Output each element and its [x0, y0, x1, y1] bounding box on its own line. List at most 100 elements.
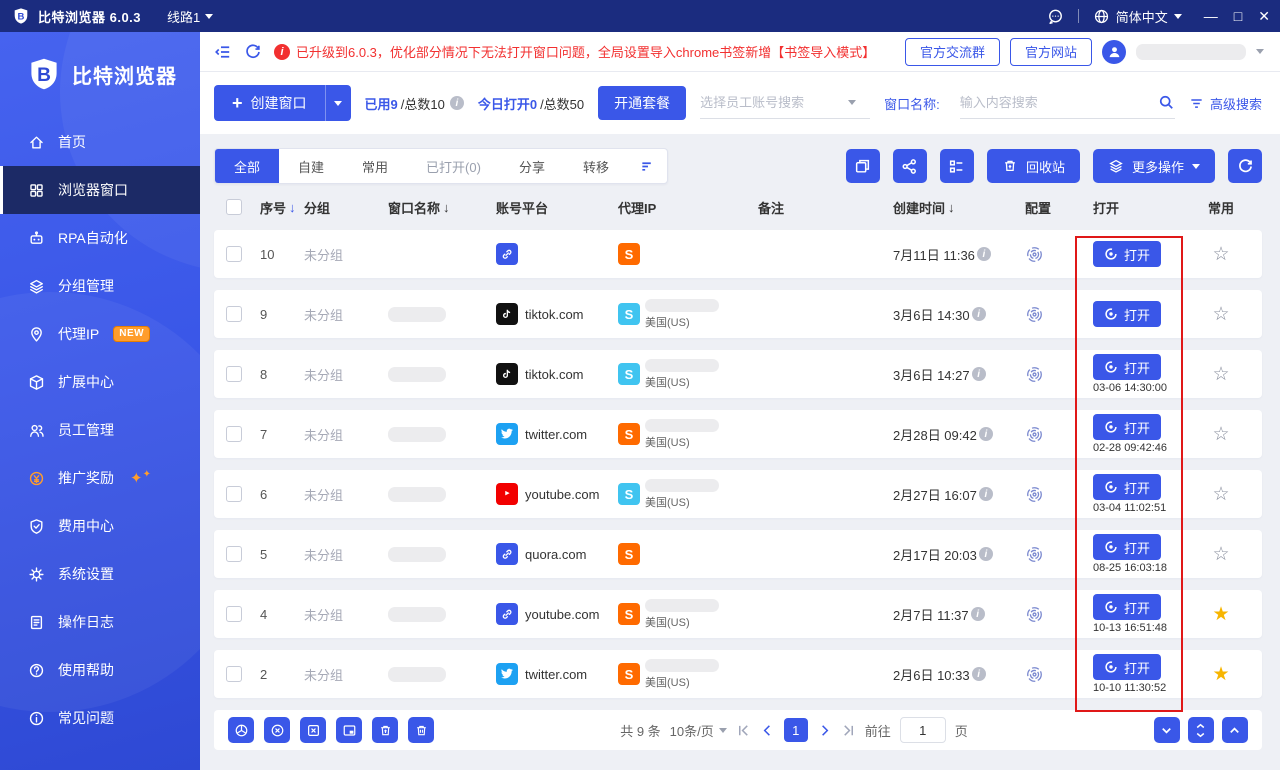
grid-icon	[28, 182, 45, 199]
tab-shared[interactable]: 分享	[500, 149, 564, 183]
collapse-menu-icon[interactable]	[214, 43, 232, 61]
goto-page-input[interactable]	[899, 717, 946, 743]
fingerprint-config-icon[interactable]	[1025, 485, 1044, 504]
first-page-icon[interactable]	[736, 723, 751, 738]
favorite-star-icon[interactable]: ☆	[1212, 365, 1229, 384]
arrange-windows-button[interactable]	[336, 717, 362, 743]
scroll-up-button[interactable]	[1221, 717, 1248, 743]
sidebar-item-robot[interactable]: RPA自动化	[0, 214, 200, 262]
sidebar-item-info[interactable]: 常见问题	[0, 694, 200, 742]
fingerprint-config-icon[interactable]	[1025, 605, 1044, 624]
open-plan-button[interactable]: 开通套餐	[598, 86, 687, 120]
collapse-panel-button[interactable]	[1187, 717, 1214, 743]
close-all-windows-button[interactable]	[264, 717, 290, 743]
tab-transferred[interactable]: 转移	[564, 149, 628, 183]
row-checkbox[interactable]	[226, 426, 242, 442]
fingerprint-config-icon[interactable]	[1025, 245, 1044, 264]
fingerprint-config-icon[interactable]	[1025, 365, 1044, 384]
open-window-button[interactable]: 打开	[1093, 301, 1162, 327]
list-view-button[interactable]	[939, 149, 974, 183]
minimize-button[interactable]: —	[1204, 8, 1218, 24]
row-checkbox[interactable]	[226, 666, 242, 682]
delete-button[interactable]	[408, 717, 434, 743]
restore-trash-button[interactable]	[372, 717, 398, 743]
favorite-star-icon[interactable]: ☆	[1212, 245, 1229, 264]
fingerprint-config-icon[interactable]	[1025, 665, 1044, 684]
open-window-button[interactable]: 打开	[1093, 241, 1162, 267]
create-window-dropdown[interactable]	[324, 85, 351, 121]
avatar[interactable]	[1102, 39, 1126, 64]
advanced-search-button[interactable]: 高级搜索	[1189, 94, 1262, 113]
tab-favorite[interactable]: 常用	[343, 149, 407, 183]
sidebar-item-home[interactable]: 首页	[0, 118, 200, 166]
scroll-down-button[interactable]	[1153, 717, 1180, 743]
support-chat-icon[interactable]	[1047, 8, 1064, 25]
tab-opened[interactable]: 已打开(0)	[407, 149, 500, 183]
sidebar-item-coin[interactable]: 推广奖励 ✦✦	[0, 454, 200, 502]
open-window-button[interactable]: 打开	[1093, 354, 1162, 380]
more-actions-button[interactable]: 更多操作	[1092, 149, 1215, 183]
window-name-search-input[interactable]	[959, 87, 1152, 118]
recycle-bin-button[interactable]: 回收站	[986, 149, 1080, 183]
prev-page-icon[interactable]	[760, 723, 775, 738]
sort-desc-icon[interactable]: ↓	[948, 200, 955, 215]
open-window-button[interactable]: 打开	[1093, 414, 1162, 440]
sidebar-item-grid[interactable]: 浏览器窗口	[0, 166, 200, 214]
sidebar-item-help[interactable]: 使用帮助	[0, 646, 200, 694]
tab-all[interactable]: 全部	[215, 149, 280, 183]
sidebar-item-layers[interactable]: 分组管理	[0, 262, 200, 310]
tab-self-created[interactable]: 自建	[279, 149, 343, 183]
current-page[interactable]: 1	[783, 718, 808, 742]
sidebar-item-gear[interactable]: 系统设置	[0, 550, 200, 598]
sidebar-item-pin[interactable]: 代理IP NEW	[0, 310, 200, 358]
line-selector[interactable]: 线路1	[167, 7, 214, 26]
employee-account-select[interactable]	[700, 87, 849, 118]
maximize-button[interactable]: □	[1234, 8, 1242, 24]
favorite-star-icon[interactable]: ★	[1212, 605, 1229, 624]
select-all-checkbox[interactable]	[226, 199, 242, 215]
last-page-icon[interactable]	[841, 723, 856, 738]
sidebar-item-shield[interactable]: 费用中心	[0, 502, 200, 550]
favorite-star-icon[interactable]: ☆	[1212, 545, 1229, 564]
fingerprint-config-icon[interactable]	[1025, 425, 1044, 444]
sidebar-item-box[interactable]: 扩展中心	[0, 358, 200, 406]
open-window-button[interactable]: 打开	[1093, 534, 1162, 560]
sidebar-item-doc[interactable]: 操作日志	[0, 598, 200, 646]
row-checkbox[interactable]	[226, 246, 242, 262]
sort-desc-icon[interactable]: ↓	[289, 200, 296, 215]
open-window-button[interactable]: 打开	[1093, 594, 1162, 620]
close-window-button[interactable]	[300, 717, 326, 743]
next-page-icon[interactable]	[817, 723, 832, 738]
favorite-star-icon[interactable]: ☆	[1212, 425, 1229, 444]
search-icon[interactable]	[1158, 94, 1175, 111]
page-size-select[interactable]: 10条/页	[670, 721, 727, 740]
row-checkbox[interactable]	[226, 606, 242, 622]
fingerprint-config-icon[interactable]	[1025, 545, 1044, 564]
fingerprint-config-icon[interactable]	[1025, 305, 1044, 324]
chevron-down-icon[interactable]	[848, 100, 857, 105]
favorite-star-icon[interactable]: ☆	[1212, 485, 1229, 504]
sidebar-item-people[interactable]: 员工管理	[0, 406, 200, 454]
sort-desc-icon[interactable]: ↓	[443, 200, 450, 215]
open-window-button[interactable]: 打开	[1093, 474, 1162, 500]
favorite-star-icon[interactable]: ★	[1212, 665, 1229, 684]
share-button[interactable]	[892, 149, 927, 183]
refresh-icon[interactable]	[244, 43, 262, 61]
chevron-down-icon[interactable]	[1256, 49, 1264, 54]
favorite-star-icon[interactable]: ☆	[1212, 305, 1229, 324]
close-button[interactable]: ✕	[1258, 8, 1270, 25]
open-window-button[interactable]: 打开	[1093, 654, 1162, 680]
official-group-button[interactable]: 官方交流群	[904, 37, 1000, 66]
row-checkbox[interactable]	[226, 306, 242, 322]
row-checkbox[interactable]	[226, 486, 242, 502]
sort-icon[interactable]	[628, 159, 667, 174]
row-checkbox[interactable]	[226, 366, 242, 382]
language-selector[interactable]: 简体中文	[1093, 7, 1182, 26]
official-site-button[interactable]: 官方网站	[1009, 37, 1092, 66]
create-window-button[interactable]: + 创建窗口	[214, 85, 351, 121]
row-created-time: 7月11日 11:36	[893, 247, 975, 263]
refresh-list-button[interactable]	[1228, 149, 1262, 183]
row-checkbox[interactable]	[226, 546, 242, 562]
batch-windows-button[interactable]	[845, 149, 880, 183]
clear-cache-button[interactable]	[228, 717, 254, 743]
